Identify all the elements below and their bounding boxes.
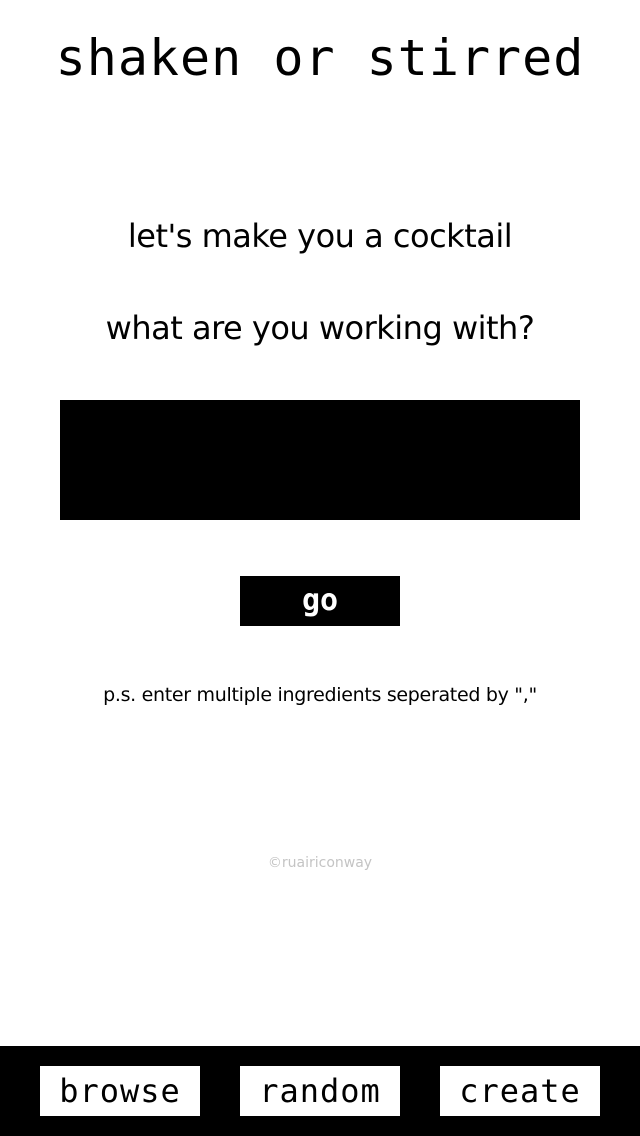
browse-button[interactable]: browse	[40, 1066, 200, 1116]
go-button[interactable]: go	[240, 576, 400, 626]
ingredients-hint: p.s. enter multiple ingredients seperate…	[103, 684, 537, 706]
app-title: shaken or stirred	[55, 29, 585, 87]
random-button[interactable]: random	[240, 1066, 400, 1116]
bottom-nav-bar: browse random create	[0, 1046, 640, 1136]
copyright-text: ©ruairiconway	[267, 855, 373, 871]
intro-headline: let's make you a cocktail	[127, 217, 513, 255]
ingredients-input[interactable]	[60, 400, 580, 520]
question-headline: what are you working with?	[105, 309, 535, 347]
create-button[interactable]: create	[440, 1066, 600, 1116]
